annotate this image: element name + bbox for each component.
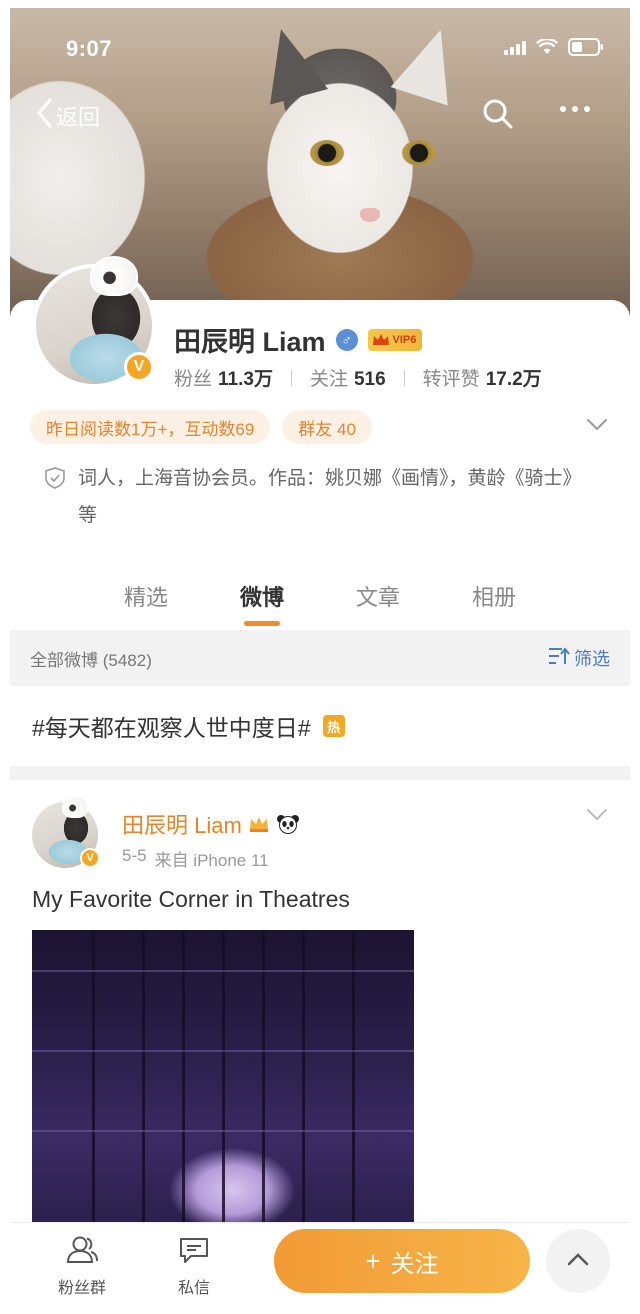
message-label: 私信 xyxy=(178,1280,211,1297)
status-bar: 9:07 xyxy=(10,8,630,78)
shield-icon xyxy=(44,466,66,503)
post-image[interactable] xyxy=(32,930,414,1230)
stat-followers[interactable]: 粉丝 11.3万 xyxy=(174,364,273,391)
follow-button[interactable]: + 关注 xyxy=(274,1229,530,1293)
verified-badge-icon: V xyxy=(80,848,100,868)
post-author-name[interactable]: 田辰明 Liam xyxy=(122,808,242,840)
chevron-down-icon xyxy=(586,419,608,436)
feed-filter-bar: 全部微博 (5482) 筛选 xyxy=(10,630,630,686)
search-button[interactable] xyxy=(482,98,514,135)
section-divider xyxy=(10,766,630,780)
fans-group-label: 粉丝群 xyxy=(58,1280,107,1297)
avatar-cat-decoration-icon xyxy=(90,256,138,296)
profile-stats: 粉丝 11.3万 关注 516 转评赞 17.2万 xyxy=(174,364,542,391)
crown-icon xyxy=(372,333,390,347)
profile-name: 田辰明 Liam xyxy=(174,327,326,357)
reading-stats-tag[interactable]: 昨日阅读数1万+，互动数69 xyxy=(30,410,271,444)
follow-label: 关注 xyxy=(390,1250,439,1278)
stat-divider xyxy=(403,369,405,386)
bio-text: 词人，上海音协会员。作品：姚贝娜《画情》，黄龄《骑士》等 xyxy=(78,468,582,526)
profile-tabs: 精选 微博 文章 相册 xyxy=(10,570,630,630)
verified-badge-icon: V xyxy=(124,352,154,382)
vip-label: VIP6 xyxy=(392,333,417,346)
filter-icon xyxy=(548,646,570,671)
post-avatar-wrap[interactable]: V xyxy=(32,796,100,868)
battery-icon xyxy=(568,38,604,56)
tab-articles[interactable]: 文章 xyxy=(356,570,400,630)
more-dot-icon xyxy=(584,106,590,112)
more-dot-icon xyxy=(572,106,578,112)
stat-divider xyxy=(290,369,292,386)
stat-label: 关注 xyxy=(309,369,348,390)
back-button[interactable]: 返回 xyxy=(36,98,100,134)
stat-reposts-likes[interactable]: 转评赞 17.2万 xyxy=(423,364,542,391)
stat-value: 17.2万 xyxy=(485,369,542,390)
plus-icon: + xyxy=(365,1245,381,1276)
post-date: 5-5 xyxy=(122,846,147,865)
chevron-left-icon xyxy=(36,98,52,134)
status-time: 9:07 xyxy=(66,36,113,61)
stat-following[interactable]: 关注 516 xyxy=(310,364,386,391)
post-source: 来自 iPhone 11 xyxy=(154,851,269,870)
pinned-hashtag[interactable]: #每天都在观察人世中度日# 热 xyxy=(10,686,630,766)
users-icon xyxy=(65,1235,99,1270)
filter-label: 筛选 xyxy=(574,649,610,669)
stat-label: 转评赞 xyxy=(422,369,480,390)
chevron-up-icon xyxy=(567,1252,589,1271)
post-count-label: 全部微博 (5482) xyxy=(30,650,152,670)
signal-icon xyxy=(504,39,526,55)
panda-icon xyxy=(276,814,300,834)
profile-name-row: 田辰明 Liam ♂ VIP6 xyxy=(174,320,423,359)
bottom-action-bar: 粉丝群 私信 + 关注 xyxy=(10,1222,630,1314)
more-dot-icon xyxy=(560,106,566,112)
tab-featured[interactable]: 精选 xyxy=(124,570,168,630)
profile-bio: 词人，上海音协会员。作品：姚贝娜《画情》，黄龄《骑士》等 xyxy=(44,460,584,534)
stat-value: 516 xyxy=(353,369,386,390)
chevron-down-icon xyxy=(586,809,608,826)
scroll-to-top-button[interactable] xyxy=(546,1229,610,1293)
hashtag-text: #每天都在观察人世中度日# xyxy=(32,715,311,741)
back-label: 返回 xyxy=(56,105,101,130)
status-icons xyxy=(504,38,604,56)
cover-cat-nose xyxy=(360,208,380,222)
post-meta: 5-5 来自 iPhone 11 xyxy=(122,846,269,871)
post-text: My Favorite Corner in Theatres xyxy=(32,886,350,912)
tab-weibo[interactable]: 微博 xyxy=(240,570,284,630)
hot-badge: 热 xyxy=(322,715,345,737)
feed-post: V 田辰明 Liam 5-5 来自 iPhone 11 My Favorite … xyxy=(10,780,630,1230)
vip-crown-icon xyxy=(248,815,270,833)
wifi-icon xyxy=(536,39,558,55)
profile-card: V 田辰明 Liam ♂ VIP6 粉丝 11.3万 关注 516 转评赞 17… xyxy=(10,256,630,630)
chat-bubble-icon xyxy=(178,1235,210,1270)
avatar-cat-decoration-icon xyxy=(62,796,88,818)
male-gender-icon: ♂ xyxy=(335,328,358,351)
post-author-row: 田辰明 Liam xyxy=(122,808,300,840)
search-icon xyxy=(482,99,514,134)
stat-value: 11.3万 xyxy=(218,369,273,390)
post-menu-button[interactable] xyxy=(586,808,608,827)
more-options-button[interactable] xyxy=(560,106,590,112)
profile-avatar-wrap[interactable]: V xyxy=(32,256,156,388)
stat-label: 粉丝 xyxy=(174,369,213,390)
filter-button[interactable]: 筛选 xyxy=(548,645,610,671)
message-button[interactable]: 私信 xyxy=(178,1235,210,1298)
profile-tags: 昨日阅读数1万+，互动数69 群友 40 xyxy=(30,410,372,444)
fans-group-button[interactable]: 粉丝群 xyxy=(58,1235,106,1298)
group-friends-tag[interactable]: 群友 40 xyxy=(282,410,372,444)
vip-badge[interactable]: VIP6 xyxy=(367,328,423,351)
tab-albums[interactable]: 相册 xyxy=(472,570,516,630)
expand-profile-button[interactable] xyxy=(586,418,608,437)
top-nav-bar: 返回 xyxy=(10,88,630,148)
